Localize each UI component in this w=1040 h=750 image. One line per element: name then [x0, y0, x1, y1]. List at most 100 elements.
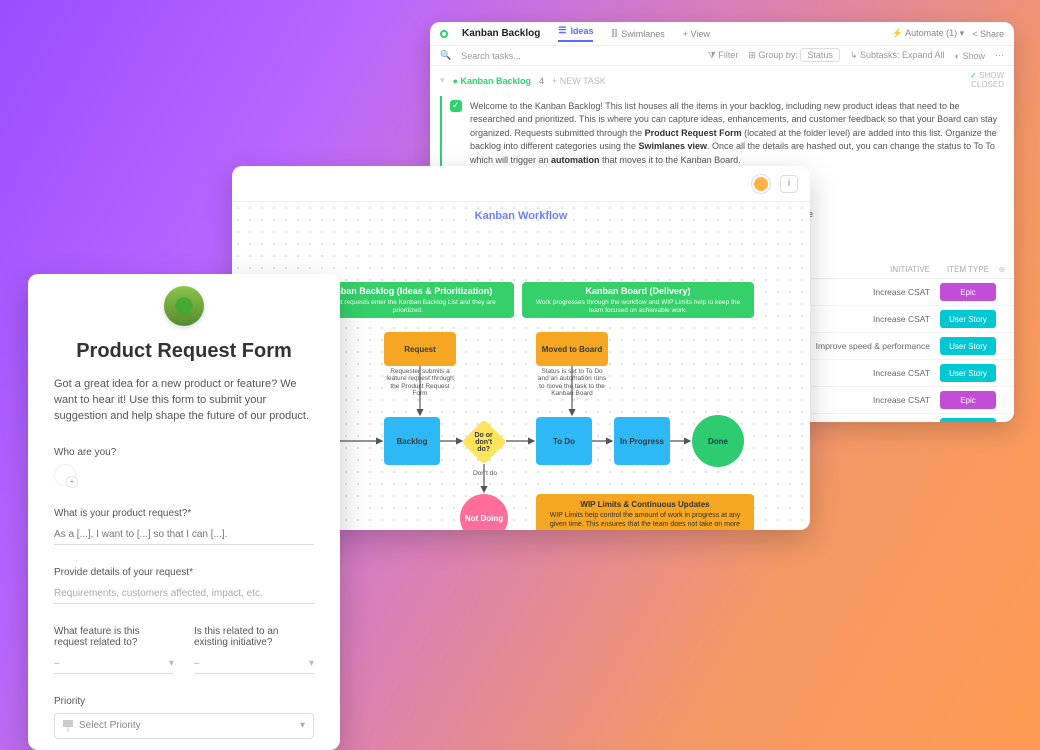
txt: Group by: — [758, 50, 798, 60]
label: What is your product request?* — [54, 508, 314, 519]
task-count: 4 — [539, 76, 544, 86]
label: What feature is this request related to? — [54, 626, 174, 648]
filter-button[interactable]: ⧩ Filter — [708, 50, 739, 61]
person-picker[interactable] — [54, 464, 76, 486]
show-closed-button[interactable]: ✓ SHOWCLOSED — [970, 72, 1004, 90]
col-type: ITEM TYPE — [940, 265, 996, 274]
wip-caption: WIP Limits & Continuous Updates WIP Limi… — [536, 494, 754, 530]
txt: Automate — [905, 28, 944, 38]
tab-label: Ideas — [570, 26, 593, 36]
txt: Filter — [718, 50, 738, 60]
tab-ideas[interactable]: ☰ Ideas — [558, 25, 593, 42]
node-done[interactable]: Done — [692, 415, 744, 467]
t: Kanban Board (Delivery) — [585, 286, 690, 296]
automate-button[interactable]: ⚡ Automate (1) ▾ — [892, 28, 964, 39]
whiteboard-toolbar: i — [232, 166, 810, 202]
tab-label: Swimlanes — [621, 29, 665, 39]
form-title: Product Request Form — [54, 340, 314, 363]
request-input[interactable] — [54, 525, 314, 545]
t: Do or don't do? — [472, 432, 496, 453]
form-avatar — [164, 286, 204, 326]
field-initiative: Is this related to an existing initiativ… — [194, 626, 314, 674]
collapse-icon[interactable]: ▾ — [440, 75, 445, 86]
txt: Subtasks: Expand All — [860, 50, 945, 60]
node-moved[interactable]: Moved to Board — [536, 332, 608, 366]
share-button[interactable]: < Share — [972, 29, 1004, 39]
info-icon[interactable]: i — [780, 175, 798, 193]
cap-moved: Status is set to To Do and an automation… — [536, 368, 608, 398]
field-feature: What feature is this request related to?… — [54, 626, 174, 674]
chevron-down-icon: ▾ — [309, 658, 314, 669]
flag-icon — [63, 720, 73, 732]
feature-select[interactable]: –▾ — [54, 654, 174, 674]
item-type-badge: User Story — [940, 337, 996, 355]
field-row: What feature is this request related to?… — [54, 626, 314, 696]
cap-request: Requester submits a feature request thro… — [384, 368, 456, 398]
field-who: Who are you? — [54, 447, 314, 486]
b: Product Request Form — [645, 128, 742, 138]
t: that moves it to the Kanban Board. — [600, 155, 741, 165]
placeholder: Select Priority — [79, 720, 141, 731]
b: automation — [551, 155, 600, 165]
groupby-button[interactable]: ⊞ Group by: Status — [748, 50, 840, 61]
list-header: ▾ ● Kanban Backlog 4 + NEW TASK ✓ SHOWCL… — [430, 66, 1014, 92]
cap-dontdo: Don't do — [468, 470, 502, 477]
v: – — [194, 658, 200, 669]
v: – — [54, 658, 60, 669]
new-task-button[interactable]: + NEW TASK — [552, 76, 606, 86]
tab-swimlanes[interactable]: ⫿⫿ Swimlanes — [611, 25, 664, 42]
tab-add-view[interactable]: + View — [683, 25, 710, 42]
initiative-select[interactable]: –▾ — [194, 654, 314, 674]
label: Is this related to an existing initiativ… — [194, 626, 314, 648]
item-type-badge: Epic — [940, 283, 996, 301]
lane-board: Kanban Board (Delivery) Work progresses … — [522, 282, 754, 318]
val: Status — [800, 48, 840, 62]
search-icon[interactable]: 🔍 — [440, 50, 451, 61]
node-todo[interactable]: To Do — [536, 417, 592, 465]
view-tabs: ☰ Ideas ⫿⫿ Swimlanes + View — [558, 25, 709, 42]
a: SHOW — [979, 71, 1004, 80]
show-button[interactable]: ◐ Show — [955, 51, 985, 61]
b: Swimlanes view — [638, 141, 707, 151]
details-input[interactable]: Requirements, customers affected, impact… — [54, 584, 314, 604]
label: Who are you? — [54, 447, 314, 458]
item-type-badge: User Story — [940, 364, 996, 382]
field-details: Provide details of your request* Require… — [54, 567, 314, 604]
search-placeholder[interactable]: Search tasks... — [461, 51, 698, 61]
field-priority: Priority Select Priority ▾ — [54, 696, 314, 739]
node-notdoing[interactable]: Not Doing — [460, 494, 508, 530]
status-label: ● Kanban Backlog — [453, 76, 531, 86]
priority-select[interactable]: Select Priority ▾ — [54, 713, 314, 739]
t: WIP Limits & Continuous Updates — [546, 500, 744, 510]
item-type-badge: Epic — [940, 391, 996, 409]
txt: Share — [980, 29, 1004, 39]
list-icon — [440, 30, 448, 38]
subtasks-button[interactable]: ↳ Subtasks: Expand All — [850, 50, 945, 61]
more-icon[interactable]: ⋯ — [995, 50, 1004, 61]
label: Provide details of your request* — [54, 567, 314, 578]
node-backlog[interactable]: Backlog — [384, 417, 440, 465]
avatar — [752, 175, 770, 193]
product-request-form: Product Request Form Got a great idea fo… — [28, 274, 340, 750]
chevron-down-icon: ▾ — [300, 720, 305, 731]
s: Work progresses through the workflow and… — [530, 299, 746, 315]
node-inprogress[interactable]: In Progress — [614, 417, 670, 465]
subtoolbar: 🔍 Search tasks... ⧩ Filter ⊞ Group by: S… — [430, 46, 1014, 66]
s: WIP Limits help control the amount of wo… — [550, 512, 741, 530]
chevron-down-icon: ▾ — [169, 658, 174, 669]
item-type-badge: User Story — [940, 310, 996, 328]
list-title: Kanban Backlog — [462, 28, 540, 39]
field-request: What is your product request?* — [54, 508, 314, 545]
count: (1) — [946, 28, 957, 38]
node-request[interactable]: Request — [384, 332, 456, 366]
item-type-badge: User Story — [940, 418, 996, 422]
b: CLOSED — [971, 80, 1004, 89]
add-column-icon[interactable]: ⊕ — [996, 265, 1008, 274]
txt: Show — [962, 51, 985, 61]
form-description: Got a great idea for a new product or fe… — [54, 377, 314, 425]
toolbar-actions: ⚡ Automate (1) ▾ < Share — [892, 28, 1004, 39]
node-decision[interactable]: Do or don't do? — [461, 419, 506, 464]
label: Priority — [54, 696, 314, 707]
check-icon — [450, 100, 462, 112]
workflow-title: Kanban Workflow — [232, 210, 810, 222]
